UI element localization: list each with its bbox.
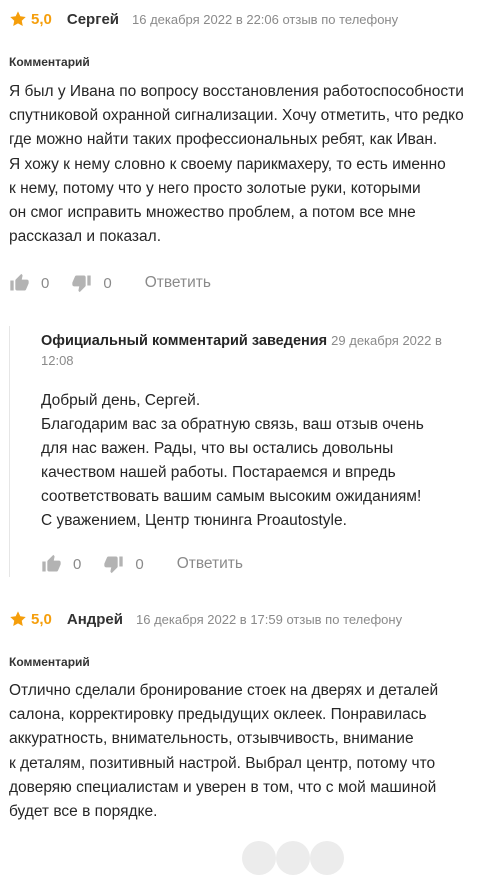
review-header: 5,0 Сергей 16 декабря 2022 в 22:06 отзыв… <box>9 8 398 30</box>
thumb-up-icon <box>10 273 29 291</box>
action-button-peek[interactable] <box>310 841 344 875</box>
star-icon <box>10 11 26 27</box>
review-text-line: спутниковой охранной сигнализации. Хочу … <box>9 107 464 125</box>
comment-label: Комментарий <box>9 655 90 669</box>
thumb-up-icon <box>42 554 61 572</box>
rating-value: 5,0 <box>31 10 52 28</box>
review-text-line: к деталям, позитивный настрой. Выбрал це… <box>9 754 436 772</box>
comment-label: Комментарий <box>9 55 90 69</box>
official-reply-header: Официальный комментарий заведения 29 дек… <box>41 331 460 371</box>
official-reply-time: 12:08 <box>41 353 74 368</box>
official-reply-title: Официальный комментарий заведения <box>41 333 328 349</box>
thumb-down-icon <box>104 556 124 574</box>
reply-button[interactable]: Ответить <box>145 274 211 292</box>
like-button[interactable]: 0 <box>9 273 49 293</box>
official-reply-line: С уважением, Центр тюнинга Proautostyle. <box>41 512 347 529</box>
review-card: 5,0 Андрей 16 декабря 2022 в 17:59 отзыв… <box>0 600 498 875</box>
like-count: 0 <box>41 274 50 292</box>
official-reply-line: Добрый день, Сергей. <box>41 392 201 409</box>
dislike-button[interactable]: 0 <box>103 554 144 574</box>
dislike-count: 0 <box>135 555 144 573</box>
review-text: Я был у Ивана по вопросу восстановления … <box>9 80 492 249</box>
official-reply-actions: 0 0 Ответить <box>41 552 243 576</box>
dislike-button[interactable]: 0 <box>71 273 112 293</box>
review-actions: 0 0 Ответить <box>9 271 211 295</box>
review-text-line: аккуратность, внимательность, отзывчивос… <box>9 730 414 748</box>
review-text-line: рассказал и показал. <box>9 228 162 246</box>
rating-value: 5,0 <box>31 610 52 628</box>
like-count: 0 <box>73 555 82 573</box>
review-meta: 16 декабря 2022 в 22:06 отзыв по телефон… <box>132 11 399 27</box>
official-reply: Официальный комментарий заведения 29 дек… <box>9 326 490 577</box>
review-text: Отлично сделали бронирование стоек на дв… <box>9 679 492 824</box>
review-text-line: будет все в порядке. <box>9 803 158 821</box>
review-text-line: где можно найти таких профессиональных р… <box>9 131 438 149</box>
review-text-line: Я был у Ивана по вопросу восстановления … <box>9 83 464 100</box>
thumb-down-icon <box>72 275 92 293</box>
star-icon <box>10 611 26 627</box>
review-text-line: Отлично сделали бронирование стоек на дв… <box>9 682 439 699</box>
review-text-line: салона, корректировку предыдущих оклеек.… <box>9 706 427 724</box>
review-card: 5,0 Сергей 16 декабря 2022 в 22:06 отзыв… <box>0 0 498 600</box>
review-text-line: Я хожу к нему словно к своему парикмахер… <box>9 155 446 173</box>
review-meta: 16 декабря 2022 в 17:59 отзыв по телефон… <box>136 611 403 627</box>
action-button-peek[interactable] <box>276 841 310 875</box>
official-reply-line: качеством нашей работы. Постараемся и вп… <box>41 464 396 481</box>
review-header: 5,0 Андрей 16 декабря 2022 в 17:59 отзыв… <box>9 608 402 630</box>
review-text-line: доверяю специалистам и уверен в том, что… <box>9 778 437 796</box>
official-reply-line: соответствовать вашим самым высоким ожид… <box>41 488 422 505</box>
review-text-line: он смог исправить множество проблем, а п… <box>9 204 416 222</box>
like-button[interactable]: 0 <box>41 554 81 574</box>
author-name[interactable]: Сергей <box>67 11 119 28</box>
reply-button[interactable]: Ответить <box>177 555 243 573</box>
author-name[interactable]: Андрей <box>67 611 123 628</box>
official-reply-text: Добрый день, Сергей. Благодарим вас за о… <box>41 389 465 533</box>
official-reply-line: для нас важен. Рады, что вы остались дов… <box>41 440 394 457</box>
official-reply-line: Благодарим вас за обратную связь, ваш от… <box>41 416 424 433</box>
action-button-peek[interactable] <box>242 841 276 875</box>
review-text-line: к нему, потому что у него просто золотые… <box>9 179 421 197</box>
official-reply-date: 29 декабря 2022 в <box>331 333 442 348</box>
dislike-count: 0 <box>103 274 112 292</box>
